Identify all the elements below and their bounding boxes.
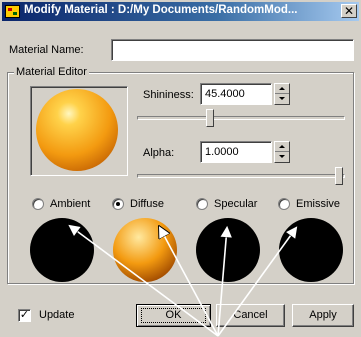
material-name-label: Material Name: — [9, 44, 84, 56]
shininess-value: 45.4000 — [205, 88, 245, 100]
specular-swatch[interactable] — [196, 218, 260, 282]
emissive-label[interactable]: Emissive — [296, 198, 340, 210]
spin-down-arrow-icon — [279, 97, 285, 100]
modify-material-dialog: Modify Material : D:/My Documents/Random… — [0, 0, 361, 337]
ambient-swatch[interactable] — [30, 218, 94, 282]
spin-up-arrow-icon — [279, 145, 285, 148]
ambient-label[interactable]: Ambient — [50, 198, 90, 210]
ambient-radio[interactable] — [32, 198, 44, 210]
update-check-icon: ✓ — [19, 309, 30, 321]
alpha-spinner[interactable] — [274, 141, 290, 163]
spin-up-arrow-icon — [279, 87, 285, 90]
spin-down-arrow-icon — [279, 155, 285, 158]
alpha-input[interactable]: 1.0000 — [200, 141, 272, 163]
title-bar[interactable]: Modify Material : D:/My Documents/Random… — [2, 2, 359, 21]
focus-rect — [141, 308, 206, 323]
preview-sphere — [36, 89, 118, 171]
diffuse-swatch[interactable] — [113, 218, 177, 282]
material-editor-title: Material Editor — [14, 66, 89, 78]
alpha-slider-track[interactable] — [137, 174, 345, 178]
specular-radio[interactable] — [196, 198, 208, 210]
apply-label: Apply — [309, 309, 337, 321]
emissive-radio[interactable] — [278, 198, 290, 210]
shininess-slider-thumb[interactable] — [206, 109, 215, 127]
update-label[interactable]: Update — [39, 309, 74, 321]
cancel-label: Cancel — [233, 309, 268, 321]
diffuse-label[interactable]: Diffuse — [130, 198, 164, 210]
cancel-button[interactable]: Cancel — [216, 304, 285, 327]
alpha-value: 1.0000 — [205, 146, 239, 158]
shininess-slider-track[interactable] — [137, 116, 345, 120]
apply-button[interactable]: Apply — [292, 304, 354, 327]
window-title: Modify Material : D:/My Documents/Random… — [24, 4, 298, 16]
shininess-input[interactable]: 45.4000 — [200, 83, 272, 105]
diffuse-radio[interactable] — [112, 198, 124, 210]
material-name-field[interactable] — [111, 39, 354, 61]
ok-button[interactable]: OK — [136, 304, 211, 327]
alpha-spin-up[interactable] — [275, 142, 289, 152]
alpha-slider-thumb[interactable] — [335, 167, 343, 185]
shininess-spinner[interactable] — [274, 83, 290, 105]
shininess-spin-up[interactable] — [275, 84, 289, 94]
app-icon — [5, 5, 20, 18]
shininess-label: Shininess: — [143, 89, 194, 101]
alpha-spin-down[interactable] — [275, 152, 289, 162]
shininess-spin-down[interactable] — [275, 94, 289, 104]
emissive-swatch[interactable] — [279, 218, 343, 282]
specular-label[interactable]: Specular — [214, 198, 257, 210]
update-checkbox[interactable]: ✓ — [18, 309, 31, 322]
close-button[interactable]: ✕ — [341, 4, 357, 18]
alpha-label: Alpha: — [143, 147, 175, 159]
material-preview — [30, 86, 128, 176]
